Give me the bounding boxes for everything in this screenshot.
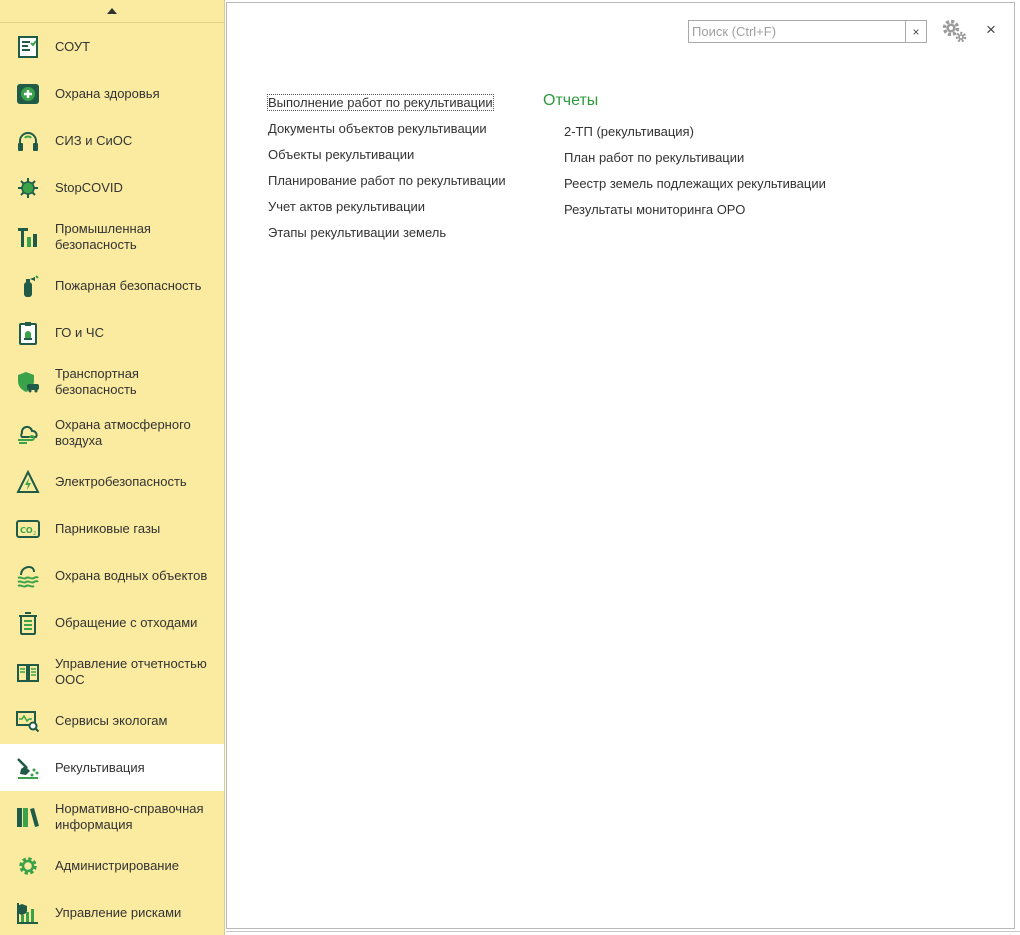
- lightning-icon: [15, 469, 41, 495]
- main-links: Выполнение работ по рекультивации Докуме…: [267, 94, 507, 250]
- report-land-registry[interactable]: Реестр земель подлежащих рекультивации: [564, 175, 826, 201]
- virus-icon: [15, 175, 41, 201]
- co2-icon: CO 2: [15, 516, 41, 542]
- arrow-up-icon: [107, 8, 117, 14]
- sidebar-item-electrical-safety[interactable]: Электробезопасность: [0, 458, 224, 505]
- search-input[interactable]: [689, 21, 905, 42]
- sidebar-item-fire-safety[interactable]: Пожарная безопасность: [0, 262, 224, 309]
- sidebar-item-label: Транспортная безопасность: [55, 365, 139, 397]
- link-recultivation-objects[interactable]: Объекты рекультивации: [267, 146, 507, 172]
- search-clear-button[interactable]: ×: [905, 21, 926, 42]
- sidebar-item-water-protection[interactable]: Охрана водных объектов: [0, 552, 224, 599]
- sidebar-item-stopcovid[interactable]: StopCOVID: [0, 164, 224, 211]
- sidebar-item-label: СИЗ и СиОС: [55, 132, 133, 148]
- sidebar-item-go-chs[interactable]: ГО и ЧС: [0, 309, 224, 356]
- sidebar-item-risk-management[interactable]: Управление рисками: [0, 889, 224, 935]
- link-label: Документы объектов рекультивации: [268, 121, 487, 136]
- link-land-recultivation-stages[interactable]: Этапы рекультивации земель: [267, 224, 507, 250]
- reports-links: 2-ТП (рекультивация) План работ по рекул…: [564, 123, 826, 227]
- close-icon: ×: [912, 24, 920, 39]
- cloud-wind-icon: [15, 420, 41, 446]
- close-icon: ×: [986, 20, 996, 39]
- close-button[interactable]: ×: [982, 20, 1000, 39]
- sidebar-item-label: Промышленная безопасность: [55, 220, 151, 252]
- link-label: Этапы рекультивации земель: [268, 225, 447, 240]
- report-oro-monitoring[interactable]: Результаты мониторинга ОРО: [564, 201, 826, 227]
- sidebar-item-label: Управление отчетностью ООС: [55, 655, 207, 687]
- report-work-plan[interactable]: План работ по рекультивации: [564, 149, 826, 175]
- book-report-icon: [15, 659, 41, 685]
- link-recultivation-documents[interactable]: Документы объектов рекультивации: [267, 120, 507, 146]
- sidebar-item-label: Пожарная безопасность: [55, 277, 202, 293]
- sidebar-item-label: Охрана водных объектов: [55, 567, 208, 583]
- sidebar-item-label: Сервисы экологам: [55, 712, 168, 728]
- risk-chart-icon: [15, 900, 41, 926]
- sidebar-item-administration[interactable]: Администрирование: [0, 842, 224, 889]
- gear-icon: [942, 19, 967, 43]
- sidebar-item-label: Парниковые газы: [55, 520, 161, 536]
- sidebar-item-reference-info[interactable]: Нормативно-справочная информация: [0, 791, 224, 842]
- sidebar-item-label: Электробезопасность: [55, 473, 187, 489]
- medical-cross-icon: [15, 81, 41, 107]
- industry-icon: [15, 224, 41, 250]
- svg-text:2: 2: [33, 531, 36, 537]
- settings-button[interactable]: [940, 18, 968, 44]
- sidebar-item-eco-services[interactable]: Сервисы экологам: [0, 697, 224, 744]
- link-recultivation-acts[interactable]: Учет актов рекультивации: [267, 198, 507, 224]
- sidebar-item-industrial-safety[interactable]: Промышленная безопасность: [0, 211, 224, 262]
- sidebar-item-transport-safety[interactable]: Транспортная безопасность: [0, 356, 224, 407]
- fire-extinguisher-icon: [15, 273, 41, 299]
- checklist-icon: [15, 34, 41, 60]
- link-label: Учет актов рекультивации: [268, 199, 426, 214]
- sidebar-item-label: Управление рисками: [55, 904, 182, 920]
- sidebar-item-label: Администрирование: [55, 857, 179, 873]
- shield-car-icon: [15, 369, 41, 395]
- binders-icon: [15, 804, 41, 830]
- sidebar-item-label: Охрана здоровья: [55, 85, 160, 101]
- sidebar-item-label: Нормативно-справочная информация: [55, 800, 204, 832]
- sidebar-item-label: StopCOVID: [55, 179, 123, 195]
- divider: [226, 931, 1020, 932]
- sidebar-item-sout[interactable]: СОУТ: [0, 23, 224, 70]
- link-label: Объекты рекультивации: [268, 147, 415, 162]
- monitor-search-icon: [15, 708, 41, 734]
- reports-heading: Отчеты: [543, 92, 599, 109]
- sidebar: СОУТ Охрана здоровья СИЗ и СиОС StopCOVI…: [0, 0, 225, 935]
- sidebar-item-health[interactable]: Охрана здоровья: [0, 70, 224, 117]
- sidebar-item-recultivation[interactable]: Рекультивация: [0, 744, 224, 791]
- link-recultivation-works[interactable]: Выполнение работ по рекультивации: [267, 94, 507, 120]
- link-recultivation-planning[interactable]: Планирование работ по рекультивации: [267, 172, 507, 198]
- sidebar-item-label: Рекультивация: [55, 759, 145, 775]
- search-box: ×: [688, 20, 927, 43]
- gear-icon: [15, 853, 41, 879]
- link-label: Планирование работ по рекультивации: [268, 173, 506, 188]
- svg-text:CO: CO: [20, 526, 33, 535]
- sidebar-item-label: Обращение с отходами: [55, 614, 198, 630]
- sidebar-item-label: СОУТ: [55, 38, 91, 54]
- water-waves-icon: [15, 563, 41, 589]
- recycle-bin-icon: [15, 610, 41, 636]
- sidebar-item-waste-management[interactable]: Обращение с отходами: [0, 599, 224, 646]
- sidebar-item-ooc-reporting[interactable]: Управление отчетностью ООС: [0, 646, 224, 697]
- scroll-up-button[interactable]: [0, 0, 224, 23]
- sidebar-item-greenhouse-gases[interactable]: CO 2 Парниковые газы: [0, 505, 224, 552]
- headphones-icon: [15, 128, 41, 154]
- sidebar-item-siz[interactable]: СИЗ и СиОС: [0, 117, 224, 164]
- shovel-icon: [15, 755, 41, 781]
- clipboard-alarm-icon: [15, 320, 41, 346]
- sidebar-item-label: ГО и ЧС: [55, 324, 104, 340]
- link-label: Выполнение работ по рекультивации: [267, 94, 494, 111]
- sidebar-item-air-protection[interactable]: Охрана атмосферного воздуха: [0, 407, 224, 458]
- sidebar-item-label: Охрана атмосферного воздуха: [55, 416, 191, 448]
- report-2tp[interactable]: 2-ТП (рекультивация): [564, 123, 826, 149]
